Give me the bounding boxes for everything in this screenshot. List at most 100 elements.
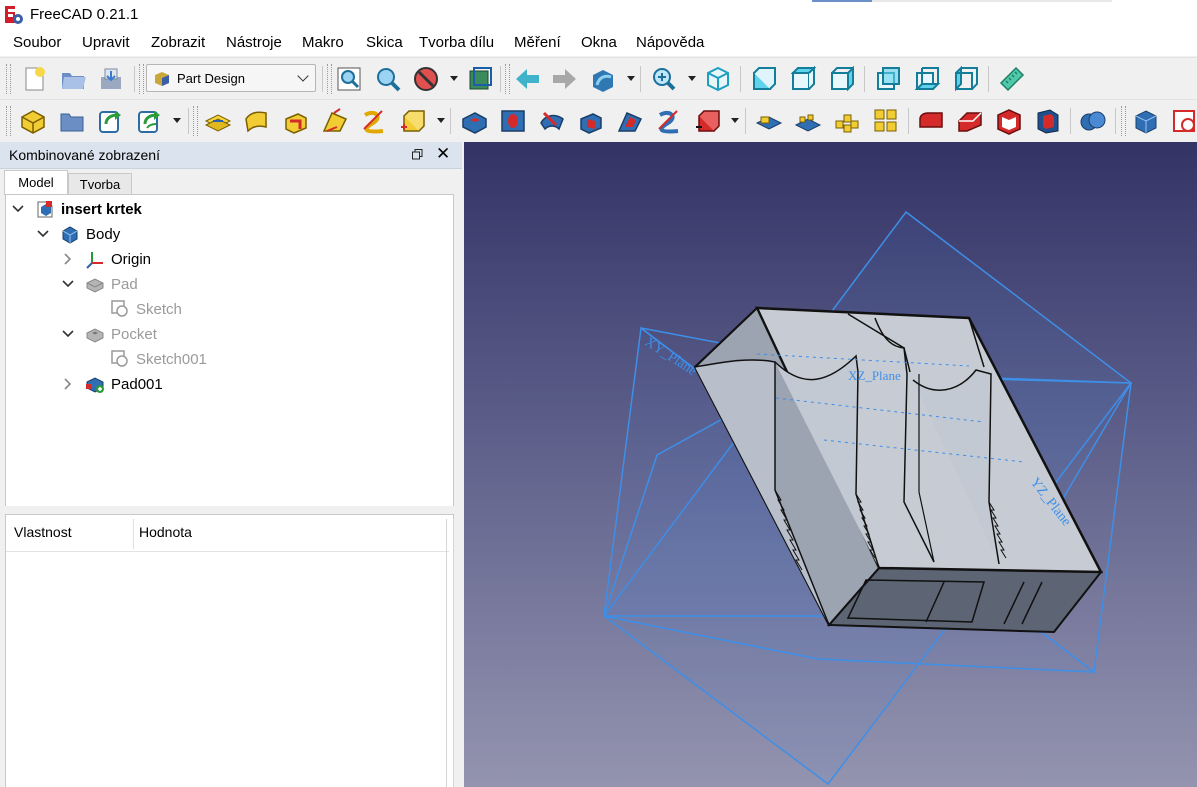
menu-upravit[interactable]: Upravit — [82, 34, 130, 51]
shape-binder-button[interactable] — [95, 105, 127, 137]
chevron-down-icon[interactable] — [61, 277, 75, 291]
fit-all-button[interactable] — [333, 63, 365, 95]
tree-item-pad[interactable]: Pad — [61, 272, 138, 296]
fillet-button[interactable] — [915, 105, 947, 137]
toolbar-grip[interactable] — [6, 106, 11, 136]
multi-transform-button[interactable] — [870, 105, 902, 137]
subtractive-loft-button[interactable] — [614, 105, 646, 137]
3d-scene[interactable]: XY_Plane XZ_Plane YZ_Plane — [464, 142, 1197, 787]
tab-model[interactable]: Model — [4, 170, 68, 195]
menu-makro[interactable]: Makro — [302, 34, 344, 51]
new-document-button[interactable] — [18, 63, 50, 95]
value-column-header[interactable]: Hodnota — [139, 524, 192, 540]
tree-item-pocket[interactable]: Pocket — [61, 322, 157, 346]
draw-style-dropdown[interactable] — [450, 76, 458, 81]
draw-style-button[interactable] — [410, 63, 442, 95]
subtractive-primitive-button[interactable] — [692, 105, 724, 137]
linear-pattern-button[interactable] — [792, 105, 824, 137]
sketch-attach-button[interactable] — [1168, 105, 1197, 137]
forward-button[interactable] — [549, 63, 581, 95]
view-rear-button[interactable] — [872, 63, 904, 95]
subtractive-primitive-dropdown[interactable] — [731, 118, 739, 123]
create-body-button[interactable] — [17, 105, 49, 137]
pocket-button[interactable] — [458, 105, 490, 137]
subtractive-pipe-button[interactable] — [575, 105, 607, 137]
panel-splitter[interactable] — [0, 506, 462, 514]
pad-button[interactable] — [241, 105, 273, 137]
chevron-down-icon[interactable] — [36, 227, 50, 241]
additive-helix-button[interactable] — [358, 105, 390, 137]
open-document-button[interactable] — [57, 63, 89, 95]
toolbar-grip[interactable] — [139, 64, 144, 94]
toolbar-grip[interactable] — [1121, 106, 1126, 136]
create-sketch-button[interactable] — [202, 105, 234, 137]
hole-button[interactable] — [497, 105, 529, 137]
view-bottom-button[interactable] — [911, 63, 943, 95]
view-right-button[interactable] — [826, 63, 858, 95]
menu-okna[interactable]: Okna — [581, 34, 617, 51]
toolbar-grip[interactable] — [193, 106, 198, 136]
menu-napoveda[interactable]: Nápověda — [636, 34, 704, 51]
close-icon[interactable]: ✕ — [436, 145, 450, 163]
property-scrollbar[interactable] — [446, 519, 454, 787]
part-body-button[interactable] — [1130, 105, 1162, 137]
bounding-box-button[interactable] — [464, 63, 496, 95]
float-panel-icon[interactable] — [412, 149, 423, 160]
additive-primitive-dropdown[interactable] — [437, 118, 445, 123]
polar-pattern-button[interactable] — [831, 105, 863, 137]
view-front-button[interactable] — [748, 63, 780, 95]
sketch-plane-icon — [204, 114, 232, 132]
chevron-right-icon[interactable] — [61, 377, 75, 391]
menu-skica[interactable]: Skica — [366, 34, 403, 51]
save-icon — [101, 68, 121, 89]
menu-nastroje[interactable]: Nástroje — [226, 34, 282, 51]
workbench-selector[interactable]: Part Design — [146, 64, 316, 92]
boolean-button[interactable] — [1077, 105, 1109, 137]
menu-mereni[interactable]: Měření — [514, 34, 561, 51]
additive-primitive-button[interactable] — [397, 105, 429, 137]
menu-tvorba-dilu[interactable]: Tvorba dílu — [419, 34, 494, 51]
title-bar: FreeCAD 0.21.1 — [0, 0, 1197, 30]
view-zoom-button[interactable] — [648, 63, 680, 95]
column-divider[interactable] — [133, 519, 134, 549]
toolbar-grip[interactable] — [505, 64, 510, 94]
mirrored-button[interactable] — [753, 105, 785, 137]
property-column-header[interactable]: Vlastnost — [14, 524, 72, 540]
subtractive-helix-button[interactable] — [653, 105, 685, 137]
view-isometric-button[interactable] — [702, 63, 734, 95]
tree-item-body[interactable]: Body — [36, 222, 120, 246]
toolbar-grip[interactable] — [327, 64, 332, 94]
tree-item-sketch001[interactable]: Sketch001 — [86, 347, 207, 371]
additive-pipe-button[interactable] — [280, 105, 312, 137]
groove-button[interactable] — [536, 105, 568, 137]
menu-soubor[interactable]: Soubor — [13, 34, 61, 51]
back-button[interactable] — [511, 63, 543, 95]
chevron-down-icon[interactable] — [11, 202, 25, 216]
binder-dropdown[interactable] — [173, 118, 181, 123]
save-document-button[interactable] — [95, 63, 127, 95]
view-top-button[interactable] — [787, 63, 819, 95]
toolbar-grip[interactable] — [6, 64, 11, 94]
draft-button[interactable] — [993, 105, 1025, 137]
subshape-binder-button[interactable] — [134, 105, 166, 137]
tree-item-origin[interactable]: Origin — [61, 247, 151, 271]
std-views-dropdown[interactable] — [627, 76, 635, 81]
chevron-down-icon[interactable] — [61, 327, 75, 341]
create-part-container-button[interactable] — [56, 105, 88, 137]
tree-item-pad001[interactable]: Pad001 — [61, 372, 163, 396]
additive-loft-button[interactable] — [319, 105, 351, 137]
3d-viewport[interactable]: XY_Plane XZ_Plane YZ_Plane — [464, 142, 1197, 787]
thickness-button[interactable] — [1032, 105, 1064, 137]
menu-zobrazit[interactable]: Zobrazit — [151, 34, 205, 51]
fit-selection-button[interactable] — [372, 63, 404, 95]
measure-button[interactable] — [996, 63, 1028, 95]
view-left-button[interactable] — [950, 63, 982, 95]
chevron-right-icon[interactable] — [61, 252, 75, 266]
std-views-button[interactable] — [587, 63, 619, 95]
zoom-dropdown[interactable] — [688, 76, 696, 81]
tab-tvorba[interactable]: Tvorba — [68, 173, 132, 194]
chamfer-button[interactable] — [954, 105, 986, 137]
tree-item-document[interactable]: insert krtek — [11, 197, 142, 221]
tree-item-sketch[interactable]: Sketch — [86, 297, 182, 321]
export-double-arrow-icon — [138, 111, 160, 133]
